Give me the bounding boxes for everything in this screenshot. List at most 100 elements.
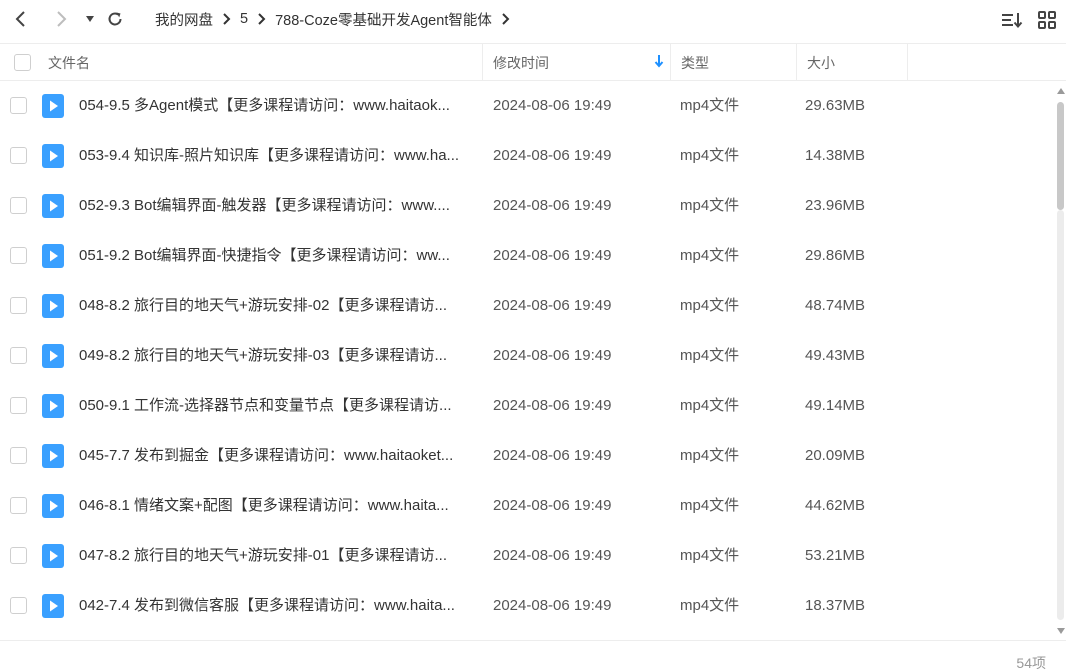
refresh-button[interactable] — [102, 6, 128, 32]
file-type: mp4文件 — [680, 247, 740, 264]
video-file-icon — [42, 94, 64, 118]
row-checkbox[interactable] — [10, 197, 27, 214]
column-header-type-label: 类型 — [681, 54, 709, 71]
file-list: 054-9.5 多Agent模式【更多课程请访问：www.haitaok... … — [0, 81, 1055, 639]
file-row[interactable]: 049-8.2 旅行目的地天气+游玩安排-03【更多课程请访... 2024-0… — [0, 331, 1055, 381]
breadcrumb-item-current[interactable]: 788-Coze零基础开发Agent智能体 — [275, 9, 492, 30]
video-file-icon — [42, 394, 64, 418]
file-size: 49.14MB — [805, 397, 866, 414]
file-size: 29.63MB — [805, 97, 866, 114]
file-type: mp4文件 — [680, 397, 740, 414]
file-modified-time: 2024-08-06 19:49 — [493, 547, 612, 564]
select-all-checkbox-cell — [14, 44, 31, 81]
file-name[interactable]: 050-9.1 工作流-选择器节点和变量节点【更多课程请访... — [79, 381, 474, 431]
status-footer: 54项 — [0, 640, 1066, 672]
breadcrumb-item-folder[interactable]: 5 — [240, 11, 248, 27]
file-row[interactable]: 042-7.4 发布到微信客服【更多课程请访问：www.haita... 202… — [0, 581, 1055, 631]
file-type: mp4文件 — [680, 547, 740, 564]
chevron-right-icon — [57, 11, 67, 27]
video-file-icon — [42, 294, 64, 318]
video-file-icon — [42, 544, 64, 568]
file-name[interactable]: 049-8.2 旅行目的地天气+游玩安排-03【更多课程请访... — [79, 331, 474, 381]
file-name[interactable]: 051-9.2 Bot编辑界面-快捷指令【更多课程请访问：ww... — [79, 231, 474, 281]
file-name[interactable]: 042-7.4 发布到微信客服【更多课程请访问：www.haita... — [79, 581, 474, 631]
column-header-modified-label: 修改时间 — [493, 54, 549, 71]
row-checkbox[interactable] — [10, 597, 27, 614]
item-count: 54项 — [1016, 655, 1046, 671]
row-checkbox[interactable] — [10, 247, 27, 264]
video-file-icon — [42, 244, 64, 268]
scrollbar-thumb[interactable] — [1057, 102, 1064, 210]
column-header-type[interactable]: 类型 — [670, 44, 796, 81]
column-header-size-label: 大小 — [807, 54, 835, 71]
file-size: 20.09MB — [805, 447, 866, 464]
file-size: 48.74MB — [805, 297, 866, 314]
row-checkbox[interactable] — [10, 547, 27, 564]
file-row[interactable]: 047-8.2 旅行目的地天气+游玩安排-01【更多课程请访... 2024-0… — [0, 531, 1055, 581]
file-row[interactable]: 054-9.5 多Agent模式【更多课程请访问：www.haitaok... … — [0, 81, 1055, 131]
chevron-right-icon — [257, 13, 266, 25]
caret-down-icon — [86, 16, 94, 22]
file-row[interactable]: 053-9.4 知识库-照片知识库【更多课程请访问：www.ha... 2024… — [0, 131, 1055, 181]
file-name[interactable]: 048-8.2 旅行目的地天气+游玩安排-02【更多课程请访... — [79, 281, 474, 331]
file-name[interactable]: 052-9.3 Bot编辑界面-触发器【更多课程请访问：www.... — [79, 181, 474, 231]
column-header-modified[interactable]: 修改时间 — [482, 44, 670, 81]
forward-button[interactable] — [48, 6, 74, 32]
file-size: 14.38MB — [805, 147, 866, 164]
file-name[interactable]: 047-8.2 旅行目的地天气+游玩安排-01【更多课程请访... — [79, 531, 474, 581]
video-file-icon — [42, 444, 64, 468]
file-row[interactable]: 045-7.7 发布到掘金【更多课程请访问：www.haitaoket... 2… — [0, 431, 1055, 481]
breadcrumb-item-root[interactable]: 我的网盘 — [155, 9, 213, 30]
scroll-down-arrow-icon[interactable] — [1057, 628, 1065, 634]
row-checkbox[interactable] — [10, 297, 27, 314]
file-name[interactable]: 046-8.1 情绪文案+配图【更多课程请访问：www.haita... — [79, 481, 474, 531]
file-row[interactable]: 050-9.1 工作流-选择器节点和变量节点【更多课程请访... 2024-08… — [0, 381, 1055, 431]
row-checkbox[interactable] — [10, 97, 27, 114]
file-type: mp4文件 — [680, 447, 740, 464]
row-checkbox[interactable] — [10, 147, 27, 164]
file-row[interactable]: 051-9.2 Bot编辑界面-快捷指令【更多课程请访问：ww... 2024-… — [0, 231, 1055, 281]
file-type: mp4文件 — [680, 497, 740, 514]
file-name[interactable]: 045-7.7 发布到掘金【更多课程请访问：www.haitaoket... — [79, 431, 474, 481]
file-size: 49.43MB — [805, 347, 866, 364]
sort-button[interactable] — [1000, 8, 1024, 32]
file-row[interactable]: 052-9.3 Bot编辑界面-触发器【更多课程请访问：www.... 2024… — [0, 181, 1055, 231]
file-modified-time: 2024-08-06 19:49 — [493, 147, 612, 164]
file-row[interactable]: 048-8.2 旅行目的地天气+游玩安排-02【更多课程请访... 2024-0… — [0, 281, 1055, 331]
file-name[interactable]: 053-9.4 知识库-照片知识库【更多课程请访问：www.ha... — [79, 131, 474, 181]
file-modified-time: 2024-08-06 19:49 — [493, 197, 612, 214]
column-header-name[interactable]: 文件名 — [48, 44, 90, 81]
file-type: mp4文件 — [680, 347, 740, 364]
file-modified-time: 2024-08-06 19:49 — [493, 247, 612, 264]
vertical-scrollbar[interactable] — [1055, 86, 1066, 636]
file-name[interactable]: 054-9.5 多Agent模式【更多课程请访问：www.haitaok... — [79, 81, 474, 131]
row-checkbox[interactable] — [10, 397, 27, 414]
scroll-up-arrow-icon[interactable] — [1057, 88, 1065, 94]
file-modified-time: 2024-08-06 19:49 — [493, 97, 612, 114]
chevron-right-icon — [222, 13, 231, 25]
sort-list-icon — [1002, 13, 1023, 29]
chevron-left-icon — [15, 11, 25, 27]
row-checkbox[interactable] — [10, 497, 27, 514]
file-size: 18.37MB — [805, 597, 866, 614]
file-modified-time: 2024-08-06 19:49 — [493, 597, 612, 614]
row-checkbox[interactable] — [10, 447, 27, 464]
file-list-header: 文件名 修改时间 类型 大小 — [0, 43, 1066, 81]
file-modified-time: 2024-08-06 19:49 — [493, 347, 612, 364]
grid-view-button[interactable] — [1035, 8, 1059, 32]
breadcrumb: 我的网盘 5 788-Coze零基础开发Agent智能体 — [155, 0, 519, 38]
sort-descending-icon — [654, 55, 664, 68]
history-dropdown-button[interactable] — [77, 6, 103, 32]
file-modified-time: 2024-08-06 19:49 — [493, 497, 612, 514]
select-all-checkbox[interactable] — [14, 54, 31, 71]
row-checkbox[interactable] — [10, 347, 27, 364]
video-file-icon — [42, 194, 64, 218]
file-modified-time: 2024-08-06 19:49 — [493, 447, 612, 464]
file-type: mp4文件 — [680, 97, 740, 114]
column-header-size[interactable]: 大小 — [796, 44, 908, 81]
file-modified-time: 2024-08-06 19:49 — [493, 297, 612, 314]
scrollbar-track[interactable] — [1057, 210, 1064, 620]
file-row[interactable]: 046-8.1 情绪文案+配图【更多课程请访问：www.haita... 202… — [0, 481, 1055, 531]
file-type: mp4文件 — [680, 197, 740, 214]
back-button[interactable] — [8, 6, 34, 32]
